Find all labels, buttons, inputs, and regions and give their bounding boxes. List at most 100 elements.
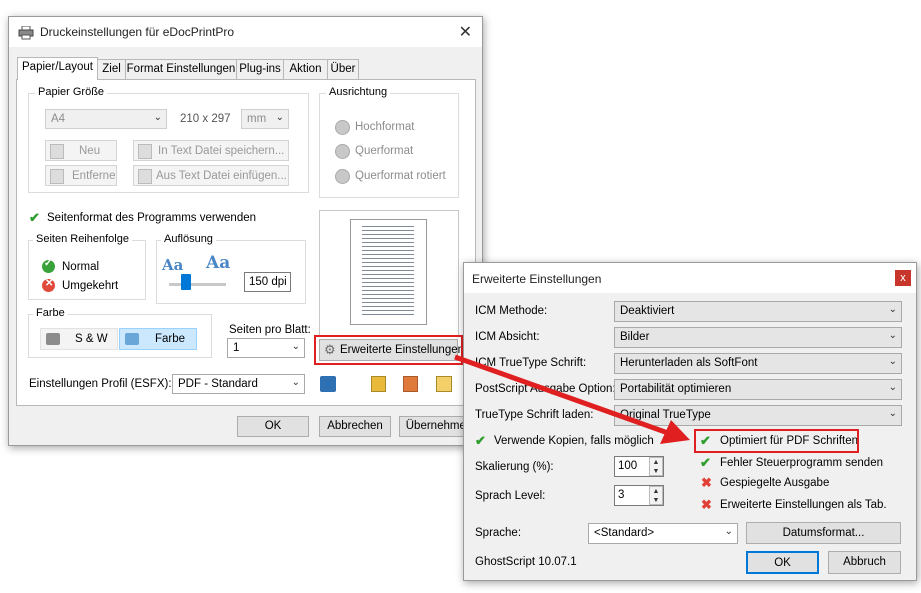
portrait-label: Hochformat xyxy=(355,121,415,133)
truetype-load-select[interactable]: Original TrueType ⌄ xyxy=(614,405,902,426)
postscript-output-select[interactable]: Portabilität optimieren ⌄ xyxy=(614,379,902,400)
postscript-output-label: PostScript Ausgabe Option: xyxy=(475,383,616,395)
text-lines xyxy=(362,226,414,316)
icm-intent-label: ICM Absicht: xyxy=(475,331,540,343)
tab-papier-layout[interactable]: Papier/Layout xyxy=(17,57,98,80)
down-arrow-icon[interactable]: ▼ xyxy=(650,467,662,476)
icm-truetype-label: ICM TrueType Schrift: xyxy=(475,357,587,369)
cancel-button[interactable]: Abbrechen xyxy=(319,416,391,437)
language-level-label: Sprach Level: xyxy=(475,490,546,502)
landscape-rotated-radio[interactable] xyxy=(335,169,350,184)
cross-icon: ✕ xyxy=(45,278,54,289)
landscape-label: Querformat xyxy=(355,145,414,157)
use-program-format-label: Seitenformat des Programms verwenden xyxy=(47,212,257,224)
tab-uber[interactable]: Über xyxy=(327,59,359,79)
up-arrow-icon[interactable]: ▲ xyxy=(650,487,662,496)
color-printer-icon xyxy=(125,333,139,345)
send-error-handler-label: Fehler Steuerprogramm senden xyxy=(720,457,883,469)
new-button[interactable]: Neu xyxy=(45,140,117,161)
mirrored-output-label: Gespiegelte Ausgabe xyxy=(720,477,830,489)
send-error-handler-check-icon[interactable]: ✔ xyxy=(700,455,711,471)
resolution-slider-track[interactable] xyxy=(169,283,226,286)
use-copies-label: Verwende Kopien, falls möglich xyxy=(494,435,654,447)
landscape-radio[interactable] xyxy=(335,144,350,159)
resolution-label: Auflösung xyxy=(161,233,216,245)
small-font-icon: Aa xyxy=(162,256,184,274)
bw-printer-icon xyxy=(46,333,60,345)
paper-dimensions: 210 x 297 xyxy=(180,113,231,125)
paper-size-label: Papier Größe xyxy=(35,86,108,98)
mirrored-output-cross-icon[interactable]: ✖ xyxy=(701,475,712,491)
large-font-icon: Aa xyxy=(206,253,231,273)
load-profile-icon[interactable] xyxy=(371,376,386,392)
unit-select[interactable]: mm ⌄ xyxy=(241,109,289,129)
dialog-title: Erweiterte Einstellungen xyxy=(472,272,602,286)
chevron-down-icon: ⌄ xyxy=(291,377,300,388)
profile-select[interactable]: PDF - Standard ⌄ xyxy=(172,374,305,394)
use-program-format-check-icon[interactable]: ✔ xyxy=(29,210,40,226)
language-select[interactable]: <Standard> ⌄ xyxy=(588,523,738,544)
tab-aktion[interactable]: Aktion xyxy=(283,59,328,79)
tab-ziel[interactable]: Ziel xyxy=(97,59,126,79)
optimize-pdf-fonts-highlight xyxy=(694,429,859,453)
profile-label: Einstellungen Profil (ESFX): xyxy=(29,378,172,390)
icm-truetype-select[interactable]: Herunterladen als SoftFont ⌄ xyxy=(614,353,902,374)
color-button[interactable]: Farbe xyxy=(119,328,197,350)
printer-icon xyxy=(18,26,34,40)
page-order-label: Seiten Reihenfolge xyxy=(33,233,132,245)
pages-per-sheet-label: Seiten pro Blatt: xyxy=(229,324,311,336)
close-icon[interactable]: ✕ xyxy=(459,22,472,42)
chevron-down-icon: ⌄ xyxy=(724,526,733,537)
paste-from-text-button[interactable]: Aus Text Datei einfügen... xyxy=(133,165,289,186)
open-file-icon xyxy=(138,169,152,184)
ghostscript-version: GhostScript 10.07.1 xyxy=(475,556,577,568)
save-profile-icon[interactable] xyxy=(320,376,336,392)
chevron-down-icon: ⌄ xyxy=(275,112,284,123)
landscape-rotated-label: Querformat rotiert xyxy=(355,170,446,182)
portrait-radio[interactable] xyxy=(335,120,350,135)
icm-method-select[interactable]: Deaktiviert ⌄ xyxy=(614,301,902,322)
save-to-text-button[interactable]: In Text Datei speichern... xyxy=(133,140,289,161)
pages-per-sheet-select[interactable]: 1 ⌄ xyxy=(227,338,305,358)
icm-method-label: ICM Methode: xyxy=(475,305,548,317)
resolution-slider-thumb[interactable] xyxy=(181,274,191,290)
truetype-load-label: TrueType Schrift laden: xyxy=(475,409,594,421)
chevron-down-icon: ⌄ xyxy=(291,341,300,352)
down-arrow-icon[interactable]: ▼ xyxy=(650,496,662,505)
settings-as-tab-cross-icon[interactable]: ✖ xyxy=(701,497,712,513)
use-copies-check-icon[interactable]: ✔ xyxy=(475,433,486,449)
language-level-spinner[interactable]: ▲ ▼ xyxy=(649,486,663,505)
order-reverse-label: Umgekehrt xyxy=(62,280,119,292)
dialog-ok-button[interactable]: OK xyxy=(746,551,819,574)
icm-intent-select[interactable]: Bilder ⌄ xyxy=(614,327,902,348)
date-format-button[interactable]: Datumsformat... xyxy=(746,522,901,544)
chevron-down-icon: ⌄ xyxy=(153,112,162,123)
title-bar: Druckeinstellungen für eDocPrintPro ✕ xyxy=(9,17,482,47)
window-title: Druckeinstellungen für eDocPrintPro xyxy=(40,25,235,39)
save-file-icon xyxy=(138,144,152,159)
close-icon[interactable]: x xyxy=(895,270,911,286)
tab-format-einstellungen[interactable]: Format Einstellungen xyxy=(125,59,237,79)
profile-manager-icon[interactable] xyxy=(436,376,452,392)
delete-profile-icon[interactable] xyxy=(403,376,418,392)
scaling-spinner[interactable]: ▲ ▼ xyxy=(649,457,663,476)
new-paper-icon xyxy=(50,144,64,159)
ok-button[interactable]: OK xyxy=(237,416,309,437)
up-arrow-icon[interactable]: ▲ xyxy=(650,458,662,467)
chevron-down-icon: ⌄ xyxy=(888,408,897,419)
remove-button[interactable]: Entferne xyxy=(45,165,117,186)
paper-size-select[interactable]: A4 ⌄ xyxy=(45,109,167,129)
dialog-title-bar: Erweiterte Einstellungen x xyxy=(464,263,916,293)
page-thumbnail xyxy=(350,219,427,325)
tab-panel: Papier Größe A4 ⌄ 210 x 297 mm ⌄ Neu Ent… xyxy=(16,79,476,406)
color-label: Farbe xyxy=(33,307,68,319)
language-label: Sprache: xyxy=(475,527,522,539)
page-preview xyxy=(319,210,459,337)
bw-button[interactable]: S & W xyxy=(40,328,118,350)
chevron-down-icon: ⌄ xyxy=(888,356,897,367)
language-level-input[interactable]: 3 ▲ ▼ xyxy=(614,485,664,506)
scaling-input[interactable]: 100 ▲ ▼ xyxy=(614,456,664,477)
resolution-input[interactable]: 150 dpi xyxy=(244,272,291,292)
dialog-cancel-button[interactable]: Abbruch xyxy=(828,551,901,574)
tab-plug-ins[interactable]: Plug-ins xyxy=(236,59,284,79)
